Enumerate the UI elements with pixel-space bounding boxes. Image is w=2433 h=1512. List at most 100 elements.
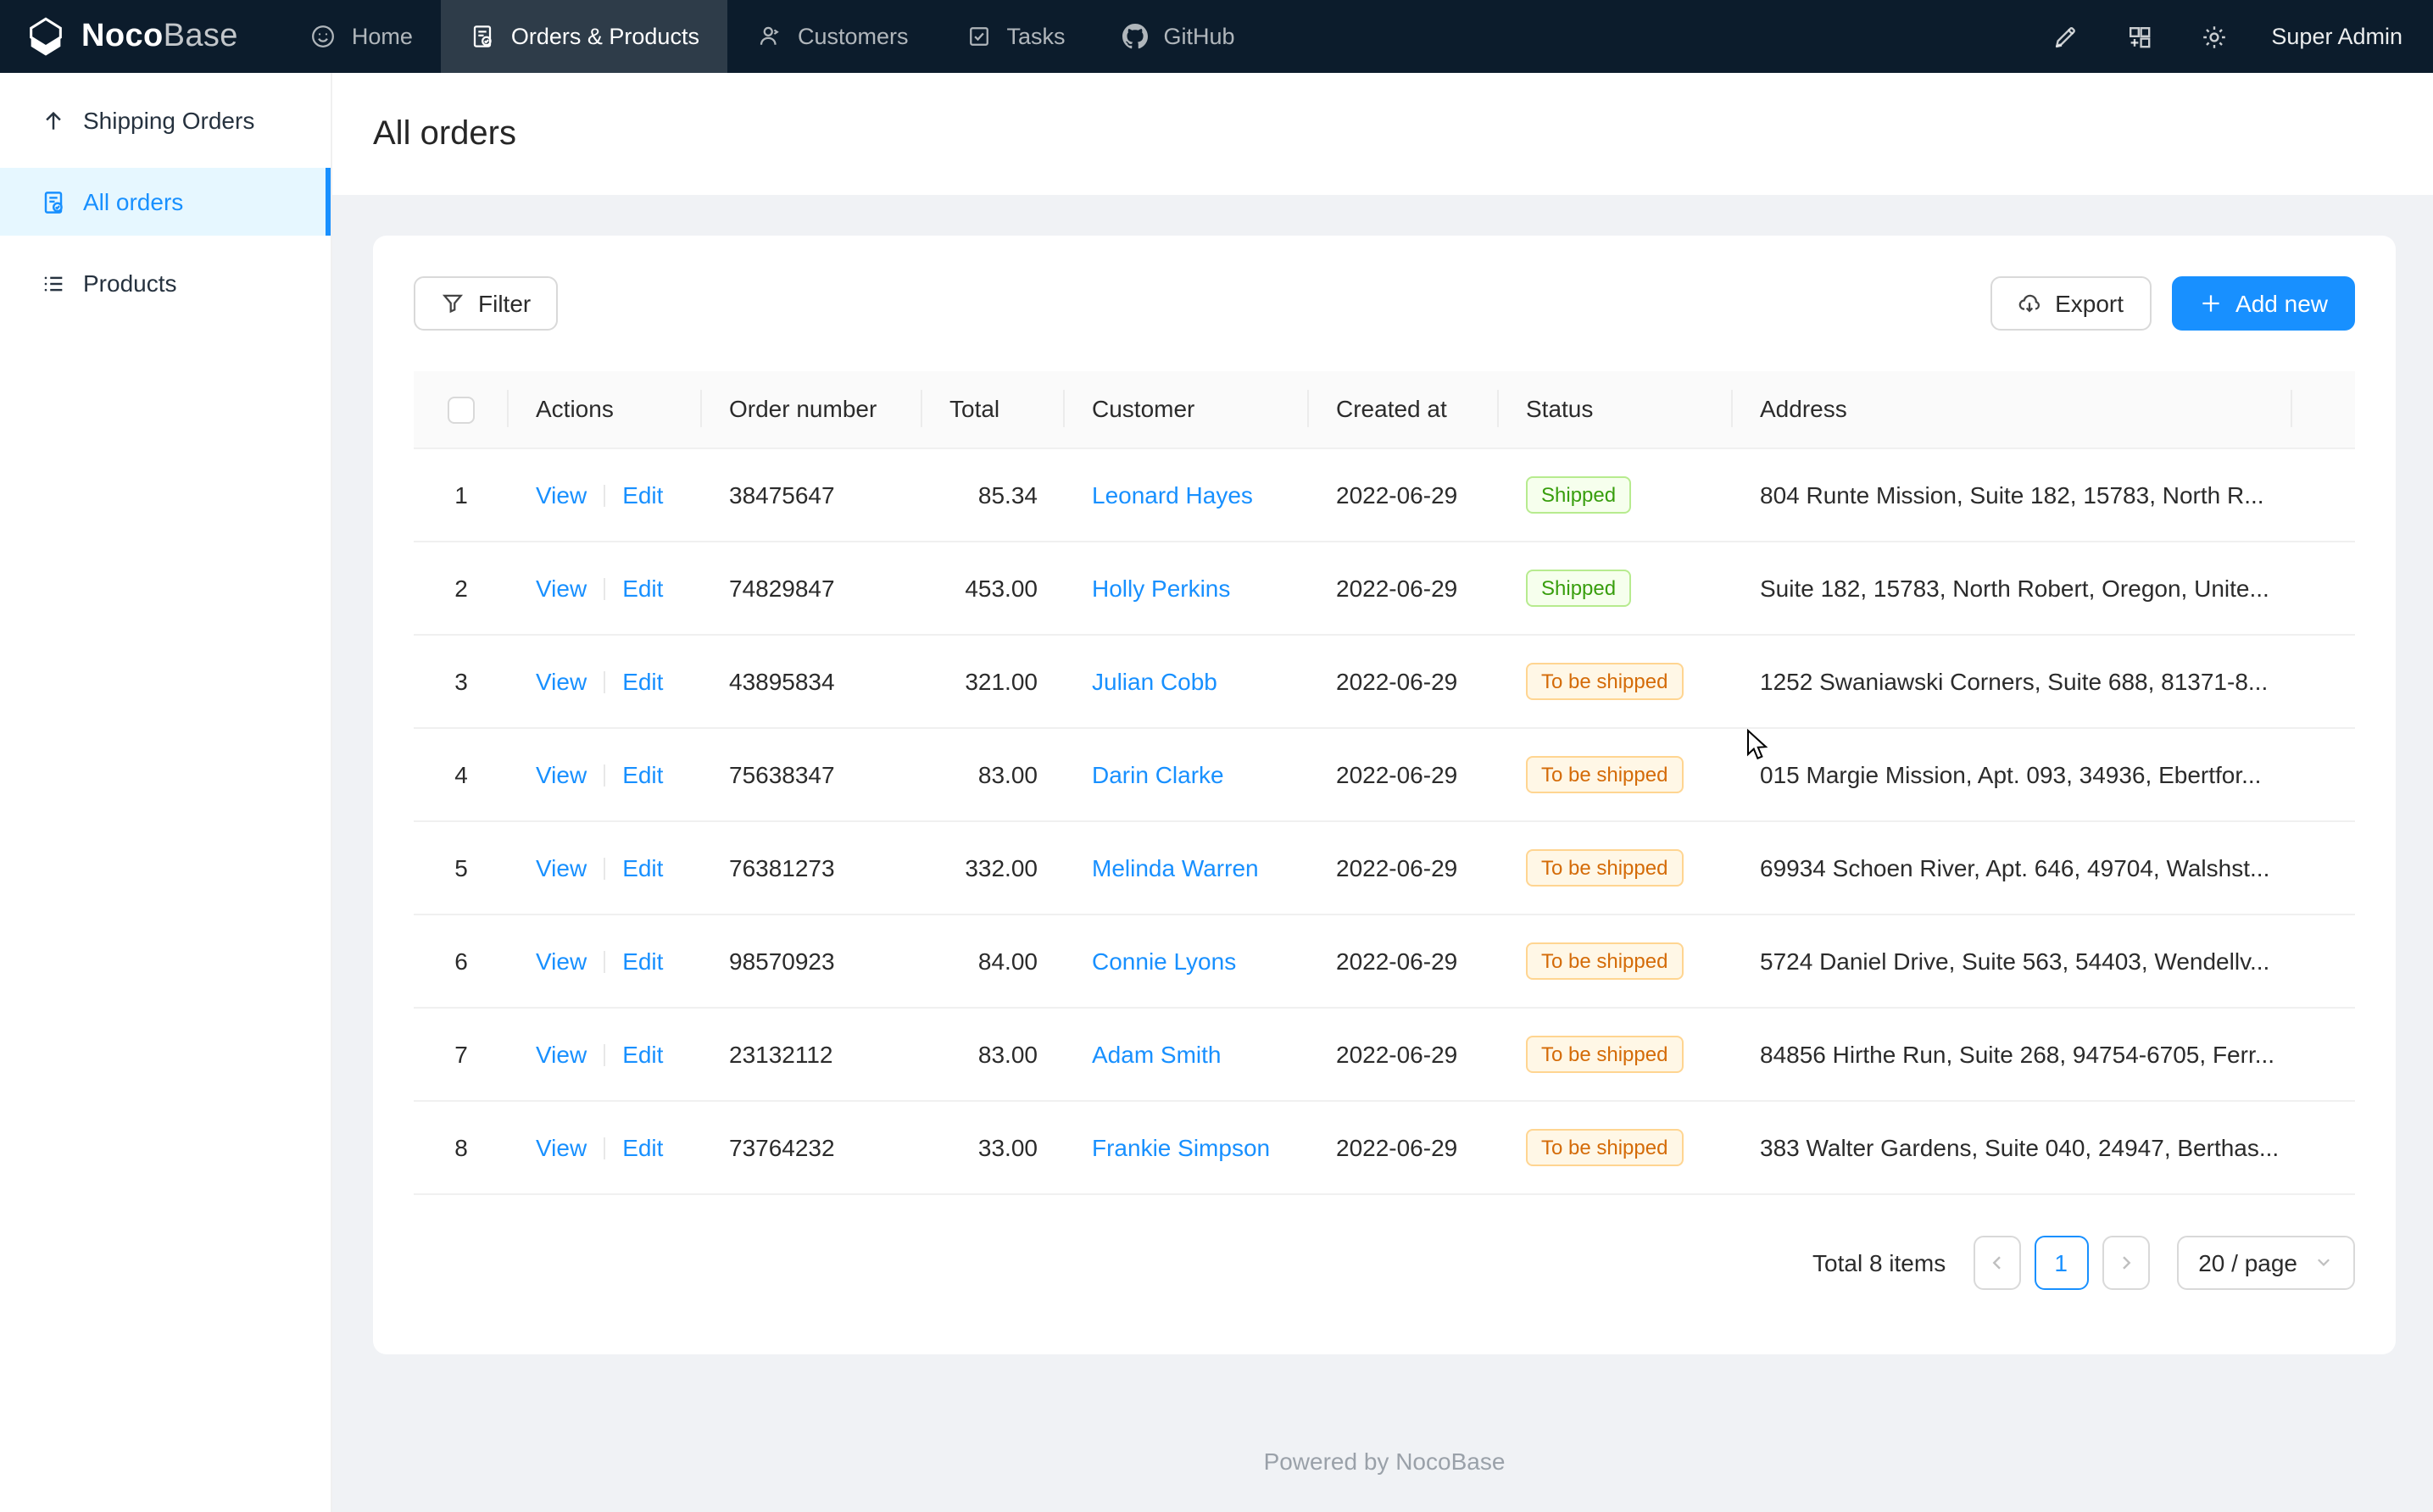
edit-link[interactable]: Edit xyxy=(622,481,663,508)
main-area: All orders Filter xyxy=(332,73,2433,1512)
view-link[interactable]: View xyxy=(536,667,587,694)
smile-icon xyxy=(311,24,337,49)
total-cell: 84.00 xyxy=(922,914,1065,1007)
action-divider xyxy=(604,859,605,881)
list-icon xyxy=(41,270,66,296)
total-cell: 85.34 xyxy=(922,447,1065,541)
total-cell: 83.00 xyxy=(922,727,1065,820)
sidebar-item-label: Shipping Orders xyxy=(83,107,254,134)
tasks-icon xyxy=(966,24,992,49)
sidebar-item-products[interactable]: Products xyxy=(0,249,331,317)
customer-link[interactable]: Julian Cobb xyxy=(1092,667,1217,694)
filter-button[interactable]: Filter xyxy=(414,276,558,331)
order-number-cell: 73764232 xyxy=(702,1100,922,1193)
add-new-button[interactable]: Add new xyxy=(2171,276,2355,331)
customer-link[interactable]: Holly Perkins xyxy=(1092,574,1230,601)
edit-link[interactable]: Edit xyxy=(622,947,663,974)
edit-link[interactable]: Edit xyxy=(622,853,663,881)
view-link[interactable]: View xyxy=(536,574,587,601)
next-page-button[interactable] xyxy=(2102,1235,2149,1289)
view-link[interactable]: View xyxy=(536,853,587,881)
table-row: 8 ViewEdit 73764232 33.00 Frankie Simpso… xyxy=(414,1100,2355,1193)
customer-link[interactable]: Darin Clarke xyxy=(1092,760,1224,787)
page-header: All orders xyxy=(332,73,2433,195)
chevron-right-icon xyxy=(2115,1252,2135,1272)
page-number-button[interactable]: 1 xyxy=(2034,1235,2088,1289)
order-number-cell: 23132112 xyxy=(702,1007,922,1100)
plugin-manager-button[interactable] xyxy=(2102,0,2176,73)
row-index: 2 xyxy=(454,574,468,601)
page-size-select[interactable]: 20 / page xyxy=(2176,1235,2355,1289)
nocobase-logo[interactable]: NocoBase xyxy=(0,0,265,73)
status-cell: To be shipped xyxy=(1499,914,1733,1007)
column-header-customer: Customer xyxy=(1065,371,1309,447)
status-badge: To be shipped xyxy=(1526,942,1683,979)
export-button[interactable]: Export xyxy=(1990,276,2151,331)
status-cell: To be shipped xyxy=(1499,1007,1733,1100)
table-row: 7 ViewEdit 23132112 83.00 Adam Smith 202… xyxy=(414,1007,2355,1100)
customer-link[interactable]: Melinda Warren xyxy=(1092,853,1259,881)
status-badge: Shipped xyxy=(1526,475,1631,513)
action-divider xyxy=(604,1138,605,1160)
table-header-row: Actions Order number Total Customer Crea… xyxy=(414,371,2355,447)
customer-link[interactable]: Connie Lyons xyxy=(1092,947,1236,974)
table-row: 3 ViewEdit 43895834 321.00 Julian Cobb 2… xyxy=(414,634,2355,727)
ui-editor-button[interactable] xyxy=(2027,0,2102,73)
customer-link[interactable]: Adam Smith xyxy=(1092,1040,1222,1067)
plugin-blocks-icon xyxy=(2125,23,2152,50)
column-header-total: Total xyxy=(922,371,1065,447)
order-number-cell: 74829847 xyxy=(702,541,922,634)
actions-cell: View Edit xyxy=(509,634,702,727)
edit-link[interactable]: Edit xyxy=(622,1133,663,1160)
status-badge: To be shipped xyxy=(1526,662,1683,699)
action-divider xyxy=(604,579,605,601)
nav-item-tasks[interactable]: Tasks xyxy=(938,0,1094,73)
nav-item-customers[interactable]: Customers xyxy=(728,0,938,73)
settings-button[interactable] xyxy=(2176,0,2251,73)
nav-item-orders-products[interactable]: Orders & Products xyxy=(442,0,728,73)
view-link[interactable]: View xyxy=(536,481,587,508)
select-all-checkbox[interactable] xyxy=(448,397,475,424)
edit-link[interactable]: Edit xyxy=(622,1040,663,1067)
edit-link[interactable]: Edit xyxy=(622,760,663,787)
customer-link[interactable]: Frankie Simpson xyxy=(1092,1133,1270,1160)
created-at-cell: 2022-06-29 xyxy=(1309,634,1499,727)
edit-link[interactable]: Edit xyxy=(622,574,663,601)
actions-cell: View Edit xyxy=(509,914,702,1007)
table-row: 6 ViewEdit 98570923 84.00 Connie Lyons 2… xyxy=(414,914,2355,1007)
action-divider xyxy=(604,1045,605,1067)
sidebar-item-shipping-orders[interactable]: Shipping Orders xyxy=(0,86,331,154)
view-link[interactable]: View xyxy=(536,760,587,787)
created-at-cell: 2022-06-29 xyxy=(1309,1007,1499,1100)
prev-page-button[interactable] xyxy=(1973,1235,2020,1289)
column-header-created-at: Created at xyxy=(1309,371,1499,447)
column-header-actions: Actions xyxy=(509,371,702,447)
address-cell: 5724 Daniel Drive, Suite 563, 54403, Wen… xyxy=(1733,914,2292,1007)
status-badge: To be shipped xyxy=(1526,1035,1683,1072)
view-link[interactable]: View xyxy=(536,1133,587,1160)
customer-cell: Adam Smith xyxy=(1065,1007,1309,1100)
plus-icon xyxy=(2198,292,2222,315)
arrow-up-icon xyxy=(41,108,66,133)
customer-link[interactable]: Leonard Hayes xyxy=(1092,481,1253,508)
view-link[interactable]: View xyxy=(536,947,587,974)
user-menu[interactable]: Super Admin xyxy=(2271,24,2402,49)
nav-item-home[interactable]: Home xyxy=(282,0,442,73)
order-number-cell: 43895834 xyxy=(702,634,922,727)
view-link[interactable]: View xyxy=(536,1040,587,1067)
edit-link[interactable]: Edit xyxy=(622,667,663,694)
row-index: 5 xyxy=(454,853,468,881)
order-number-cell: 75638347 xyxy=(702,727,922,820)
address-cell: 1252 Swaniawski Corners, Suite 688, 8137… xyxy=(1733,634,2292,727)
actions-cell: View Edit xyxy=(509,1007,702,1100)
page-title: All orders xyxy=(373,114,516,153)
created-at-cell: 2022-06-29 xyxy=(1309,1100,1499,1193)
status-cell: To be shipped xyxy=(1499,727,1733,820)
filter-icon xyxy=(441,292,465,315)
actions-cell: View Edit xyxy=(509,1100,702,1193)
sidebar-item-all-orders[interactable]: All orders xyxy=(0,168,331,236)
order-number-cell: 76381273 xyxy=(702,820,922,914)
table-row: 2 ViewEdit 74829847 453.00 Holly Perkins… xyxy=(414,541,2355,634)
total-cell: 83.00 xyxy=(922,1007,1065,1100)
nav-item-github[interactable]: GitHub xyxy=(1094,0,1264,73)
